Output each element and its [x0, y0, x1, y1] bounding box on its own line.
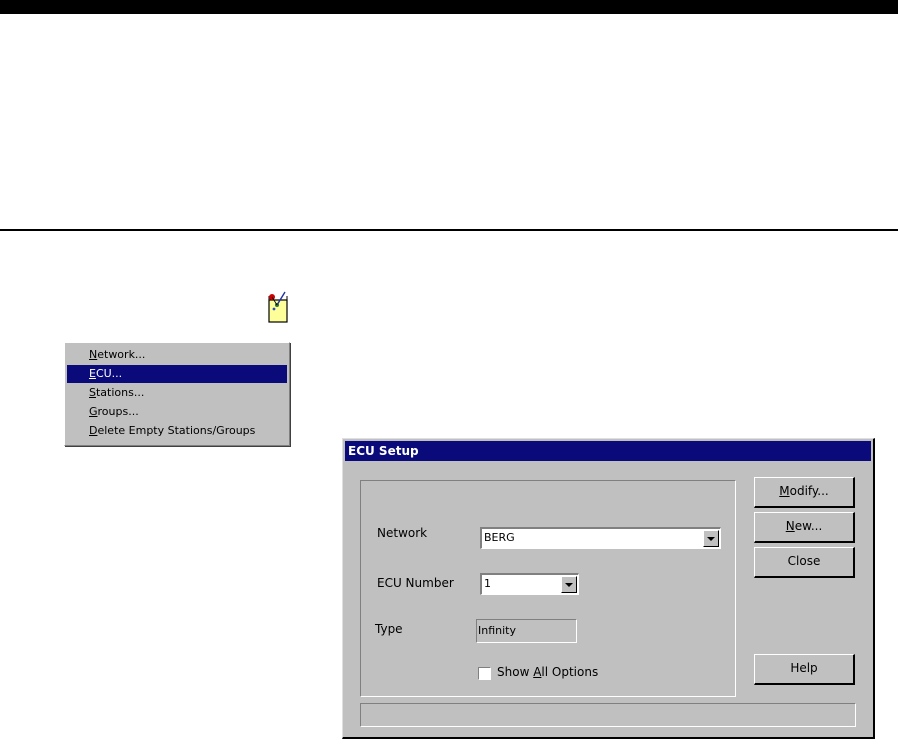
- ecu-number-combo[interactable]: 1: [480, 573, 579, 595]
- status-bar: [360, 703, 856, 727]
- menu-item-network[interactable]: Network...: [67, 346, 287, 364]
- network-label: Network: [377, 526, 428, 540]
- ecu-number-label: ECU Number: [377, 576, 454, 590]
- type-field: Infinity: [476, 619, 577, 643]
- show-all-options-label[interactable]: Show All Options: [497, 665, 598, 679]
- horizontal-rule: [0, 229, 898, 231]
- ecu-number-value: 1: [484, 577, 491, 590]
- menu-item-ecu[interactable]: ECU...: [67, 365, 287, 383]
- ecu-setup-tool-icon[interactable]: [265, 290, 291, 324]
- network-combo[interactable]: BERG: [480, 527, 721, 549]
- show-all-options-checkbox[interactable]: [478, 667, 491, 680]
- menu-item-groups[interactable]: Groups...: [67, 403, 287, 421]
- type-value: Infinity: [478, 624, 516, 637]
- top-black-bar: [0, 0, 898, 14]
- close-button[interactable]: Close: [754, 547, 855, 578]
- ecu-setup-dialog: ECU Setup Network BERG ECU Number 1 Type…: [342, 438, 875, 739]
- new-button[interactable]: New...: [754, 512, 855, 543]
- menu-item-delete-empty[interactable]: Delete Empty Stations/Groups: [67, 422, 287, 440]
- type-label: Type: [375, 622, 403, 636]
- chevron-down-icon[interactable]: [561, 576, 577, 593]
- network-value: BERG: [484, 531, 515, 544]
- help-button[interactable]: Help: [754, 654, 855, 685]
- ecu-popup-menu: Network... ECU... Stations... Groups... …: [64, 342, 290, 446]
- modify-button[interactable]: Modify...: [754, 477, 855, 508]
- menu-item-stations[interactable]: Stations...: [67, 384, 287, 402]
- dialog-title: ECU Setup: [345, 441, 871, 461]
- settings-group: Network BERG ECU Number 1 Type Infinity …: [360, 480, 736, 697]
- chevron-down-icon[interactable]: [703, 530, 719, 547]
